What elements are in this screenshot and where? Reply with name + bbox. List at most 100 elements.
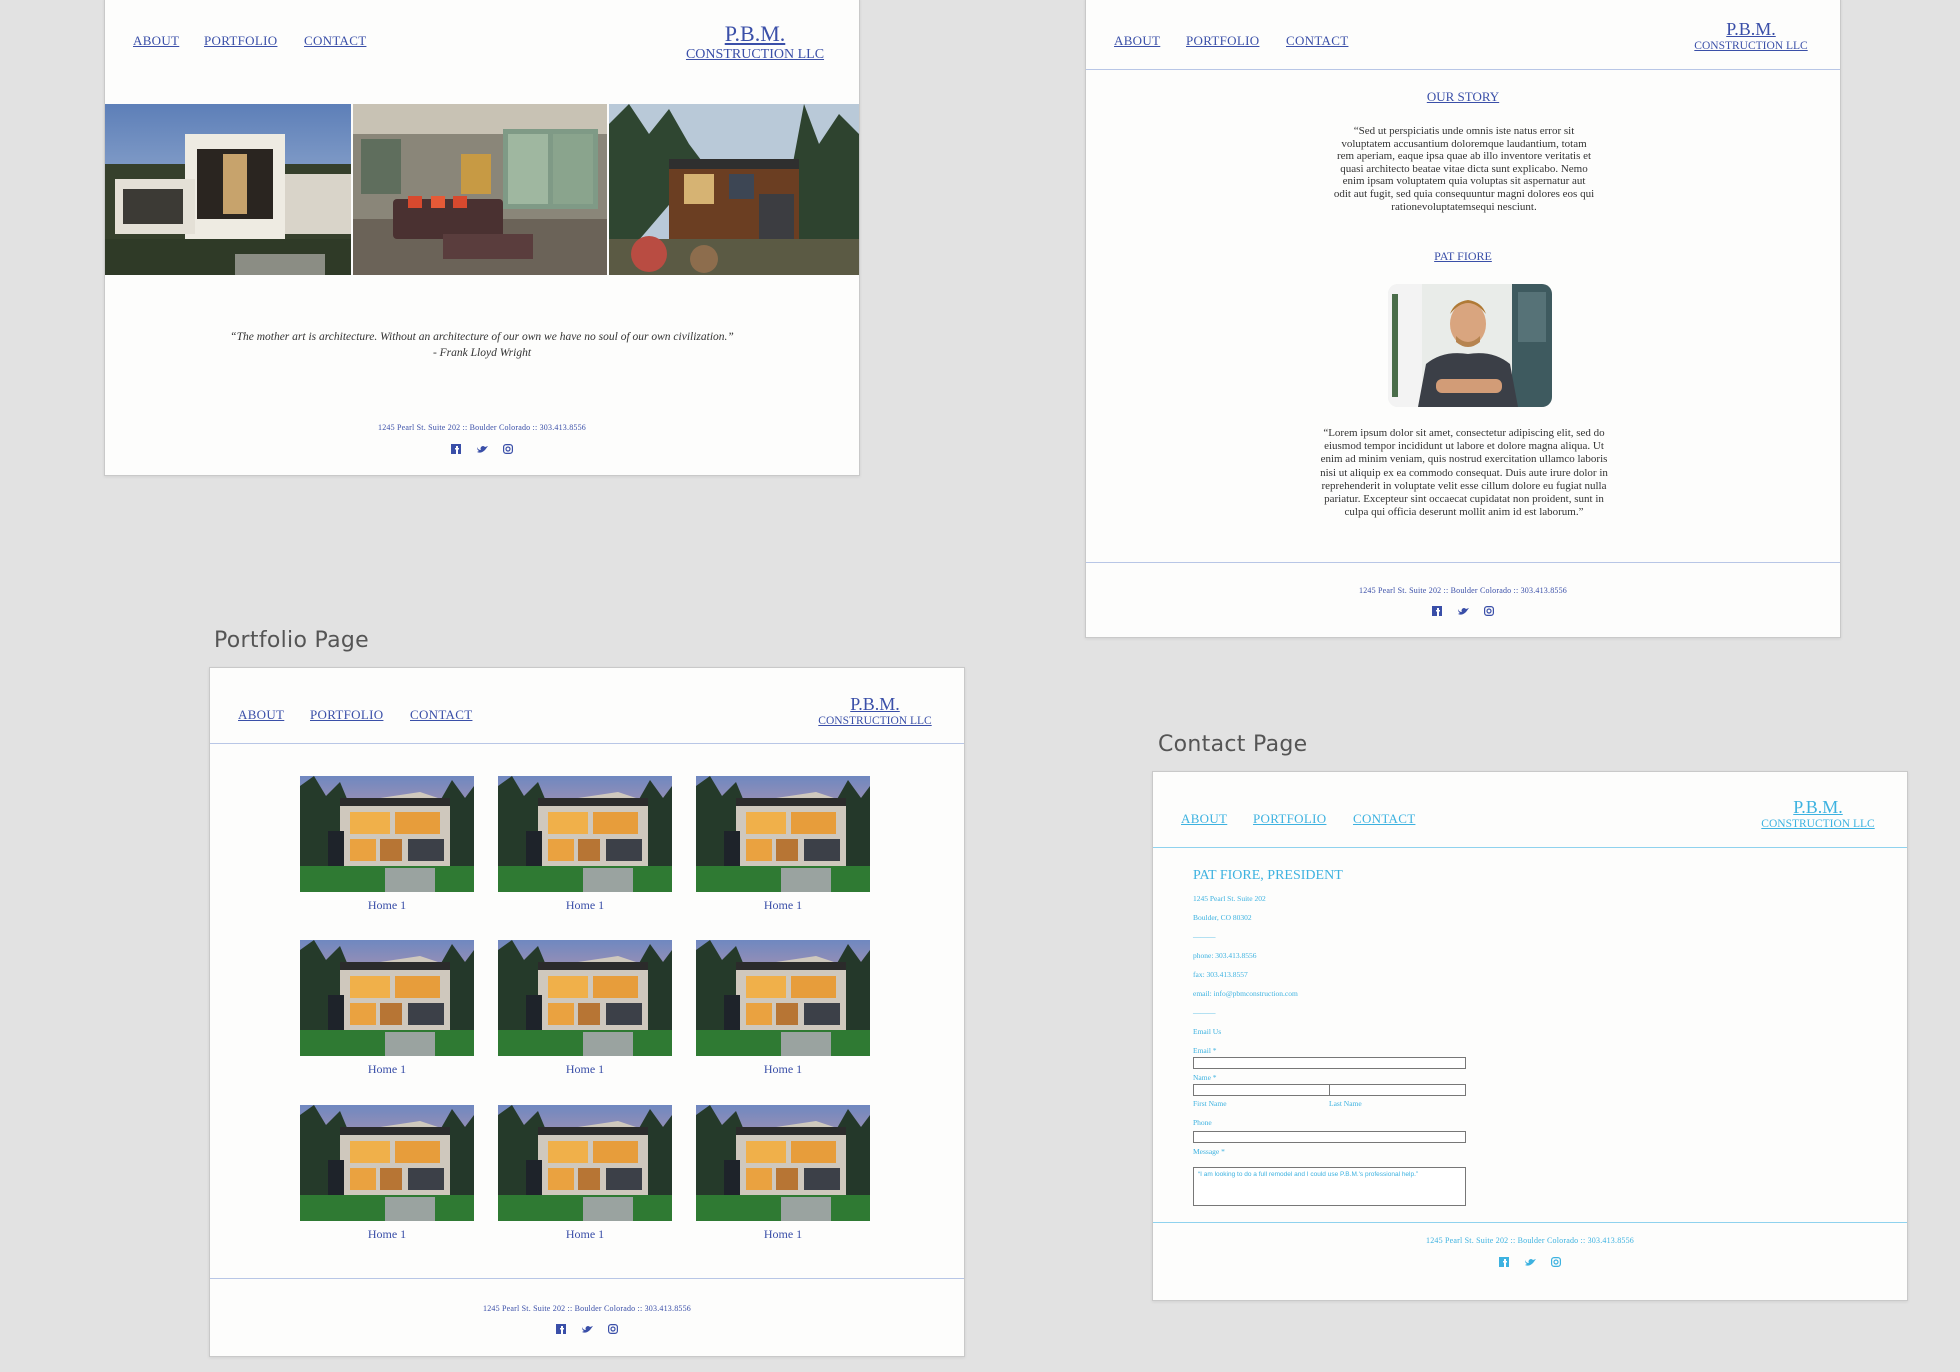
contact-email[interactable]: email: info@pbmconstruction.com bbox=[1193, 989, 1298, 998]
portfolio-item-caption[interactable]: Home 1 bbox=[696, 898, 870, 913]
first-name-field[interactable] bbox=[1193, 1084, 1330, 1096]
instagram-icon[interactable] bbox=[1550, 1256, 1562, 1268]
portfolio-item-caption[interactable]: Home 1 bbox=[498, 1227, 672, 1242]
header-divider bbox=[1153, 847, 1907, 848]
portfolio-item-caption[interactable]: Home 1 bbox=[300, 898, 474, 913]
email-field[interactable] bbox=[1193, 1057, 1466, 1069]
contact-page-board: ABOUT PORTFOLIO CONTACT P.B.M. CONSTRUCT… bbox=[1152, 771, 1908, 1301]
pat-fiore-portrait bbox=[1388, 284, 1552, 407]
nav-contact-link[interactable]: CONTACT bbox=[1353, 811, 1415, 827]
footer-divider bbox=[210, 1278, 964, 1279]
nav-portfolio-link[interactable]: PORTFOLIO bbox=[310, 707, 383, 723]
footer-address: 1245 Pearl St. Suite 202 :: Boulder Colo… bbox=[1426, 1236, 1634, 1245]
twitter-icon[interactable] bbox=[1457, 605, 1469, 617]
twitter-icon[interactable] bbox=[1524, 1256, 1536, 1268]
portfolio-thumbnail[interactable] bbox=[300, 776, 474, 892]
social-links bbox=[1153, 1256, 1907, 1268]
portfolio-item-caption[interactable]: Home 1 bbox=[300, 1062, 474, 1077]
hero-photo-wood-house bbox=[609, 104, 859, 275]
contact-divider-2: ——— bbox=[1193, 1008, 1216, 1017]
phone-field[interactable] bbox=[1193, 1131, 1466, 1143]
contact-divider-1: ——— bbox=[1193, 932, 1216, 941]
nav-contact-link[interactable]: CONTACT bbox=[304, 33, 366, 49]
portfolio-item-caption[interactable]: Home 1 bbox=[696, 1062, 870, 1077]
footer-divider bbox=[1153, 1222, 1907, 1223]
portfolio-item-caption[interactable]: Home 1 bbox=[498, 1062, 672, 1077]
facebook-icon[interactable] bbox=[450, 443, 462, 455]
social-links bbox=[1086, 605, 1840, 617]
contact-fax: fax: 303.413.8557 bbox=[1193, 970, 1248, 979]
nav-contact-link[interactable]: CONTACT bbox=[410, 707, 472, 723]
nav-about-link[interactable]: ABOUT bbox=[1181, 811, 1227, 827]
portfolio-thumbnail[interactable] bbox=[300, 1105, 474, 1221]
name-field-label: Name * bbox=[1193, 1073, 1217, 1082]
site-logo[interactable]: P.B.M. CONSTRUCTION LLC bbox=[675, 21, 835, 63]
instagram-icon[interactable] bbox=[502, 443, 514, 455]
footer-address: 1245 Pearl St. Suite 202 :: Boulder Colo… bbox=[378, 423, 586, 432]
message-field-label: Message * bbox=[1193, 1147, 1225, 1156]
portfolio-thumbnail[interactable] bbox=[498, 1105, 672, 1221]
logo-line-1: P.B.M. bbox=[850, 694, 900, 714]
last-name-field[interactable] bbox=[1329, 1084, 1466, 1096]
logo-line-2: CONSTRUCTION LLC bbox=[818, 715, 932, 727]
home-quote: “The mother art is architecture. Without… bbox=[105, 329, 859, 361]
portfolio-thumbnail[interactable] bbox=[498, 940, 672, 1056]
portfolio-thumbnail[interactable] bbox=[498, 776, 672, 892]
pat-fiore-bio: “Lorem ipsum dolor sit amet, consectetur… bbox=[1320, 427, 1608, 519]
contact-address-2: Boulder, CO 80302 bbox=[1193, 913, 1252, 922]
pat-fiore-heading[interactable]: PAT FIORE bbox=[1086, 249, 1840, 264]
nav-portfolio-link[interactable]: PORTFOLIO bbox=[1253, 811, 1326, 827]
portfolio-thumbnail[interactable] bbox=[696, 940, 870, 1056]
footer-divider bbox=[1086, 562, 1840, 563]
portfolio-thumbnail[interactable] bbox=[696, 1105, 870, 1221]
facebook-icon[interactable] bbox=[555, 1323, 567, 1335]
contact-phone: phone: 303.413.8556 bbox=[1193, 951, 1257, 960]
contact-address-1: 1245 Pearl St. Suite 202 bbox=[1193, 894, 1266, 903]
portfolio-item-caption[interactable]: Home 1 bbox=[696, 1227, 870, 1242]
twitter-icon[interactable] bbox=[581, 1323, 593, 1335]
twitter-icon[interactable] bbox=[476, 443, 488, 455]
site-logo[interactable]: P.B.M. CONSTRUCTION LLC bbox=[1753, 797, 1883, 830]
email-us-heading: Email Us bbox=[1193, 1027, 1222, 1036]
quote-author: - Frank Lloyd Wright bbox=[432, 347, 532, 359]
logo-line-2: CONSTRUCTION LLC bbox=[1694, 40, 1808, 52]
message-text: “I am looking to do a full remodel and I… bbox=[1198, 1171, 1419, 1178]
nav-portfolio-link[interactable]: PORTFOLIO bbox=[204, 33, 277, 49]
facebook-icon[interactable] bbox=[1498, 1256, 1510, 1268]
last-name-label: Last Name bbox=[1329, 1099, 1362, 1108]
portfolio-page-label: Portfolio Page bbox=[214, 628, 369, 653]
contact-page-label: Contact Page bbox=[1158, 732, 1308, 757]
nav-about-link[interactable]: ABOUT bbox=[133, 33, 179, 49]
quote-text: “The mother art is architecture. Without… bbox=[230, 331, 734, 343]
header-divider bbox=[210, 743, 964, 744]
facebook-icon[interactable] bbox=[1431, 605, 1443, 617]
portfolio-page-board: ABOUT PORTFOLIO CONTACT P.B.M. CONSTRUCT… bbox=[209, 667, 965, 1357]
hero-photo-modern-house bbox=[105, 104, 351, 275]
portfolio-thumbnail[interactable] bbox=[300, 940, 474, 1056]
our-story-heading: OUR STORY bbox=[1426, 89, 1500, 104]
portfolio-item-caption[interactable]: Home 1 bbox=[498, 898, 672, 913]
portfolio-item-caption[interactable]: Home 1 bbox=[300, 1227, 474, 1242]
logo-line-2: CONSTRUCTION LLC bbox=[685, 47, 825, 62]
site-logo[interactable]: P.B.M. CONSTRUCTION LLC bbox=[1686, 19, 1816, 52]
hero-photo-interior bbox=[353, 104, 607, 275]
site-logo[interactable]: P.B.M. CONSTRUCTION LLC bbox=[810, 694, 940, 727]
phone-field-label: Phone bbox=[1193, 1118, 1212, 1127]
nav-portfolio-link[interactable]: PORTFOLIO bbox=[1186, 33, 1259, 49]
instagram-icon[interactable] bbox=[1483, 605, 1495, 617]
header-divider bbox=[1086, 69, 1840, 70]
footer-address: 1245 Pearl St. Suite 202 :: Boulder Colo… bbox=[1359, 586, 1567, 595]
our-story-text: “Sed ut perspiciatis unde omnis iste nat… bbox=[1333, 125, 1595, 213]
social-links bbox=[105, 443, 859, 455]
home-page-board: ABOUT PORTFOLIO CONTACT P.B.M. CONSTRUCT… bbox=[104, 0, 860, 476]
nav-about-link[interactable]: ABOUT bbox=[1114, 33, 1160, 49]
social-links bbox=[210, 1323, 964, 1335]
nav-about-link[interactable]: ABOUT bbox=[238, 707, 284, 723]
logo-line-2: CONSTRUCTION LLC bbox=[1761, 818, 1875, 830]
instagram-icon[interactable] bbox=[607, 1323, 619, 1335]
portfolio-thumbnail[interactable] bbox=[696, 776, 870, 892]
nav-contact-link[interactable]: CONTACT bbox=[1286, 33, 1348, 49]
logo-line-1: P.B.M. bbox=[1726, 19, 1776, 39]
message-textarea[interactable]: “I am looking to do a full remodel and I… bbox=[1193, 1167, 1466, 1206]
logo-line-1: P.B.M. bbox=[1793, 797, 1843, 817]
